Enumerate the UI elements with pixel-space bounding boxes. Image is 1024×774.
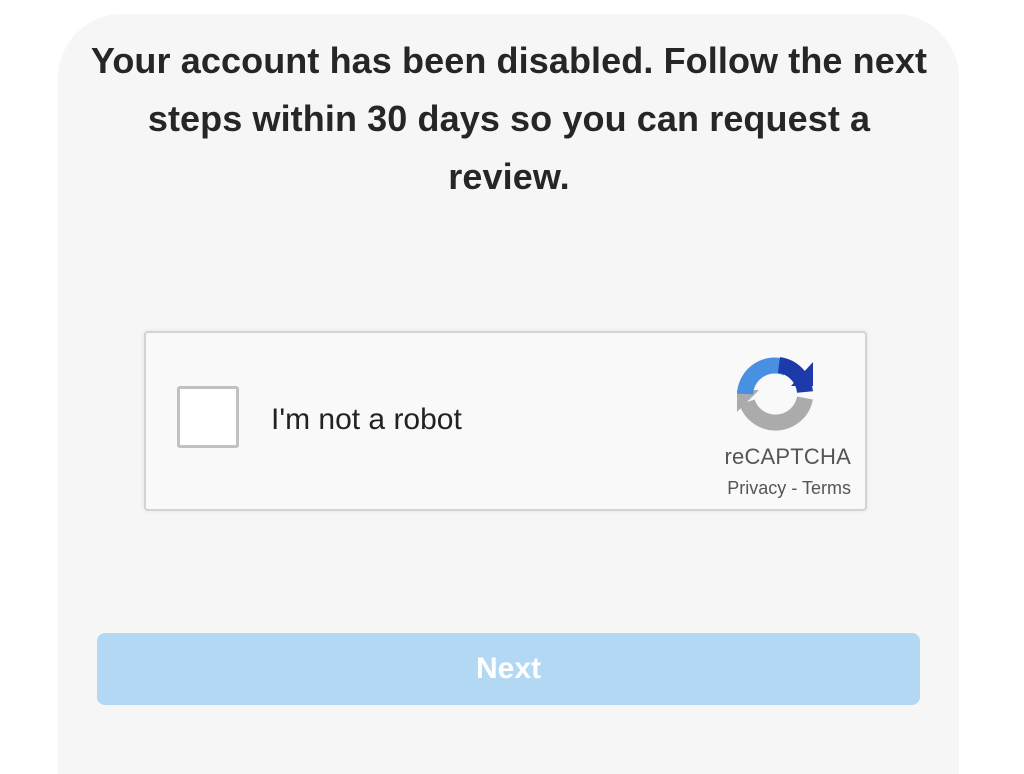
recaptcha-links: Privacy - Terms bbox=[686, 478, 851, 499]
next-button[interactable]: Next bbox=[97, 633, 920, 705]
recaptcha-brand: reCAPTCHA bbox=[724, 444, 851, 469]
recaptcha-widget: I'm not a robot reCAPTCHA Privacy - Term… bbox=[144, 331, 867, 511]
recaptcha-logo-icon bbox=[737, 357, 813, 431]
not-a-robot-label[interactable]: I'm not a robot bbox=[271, 403, 462, 437]
links-separator: - bbox=[791, 478, 802, 498]
not-a-robot-checkbox[interactable] bbox=[177, 386, 239, 448]
privacy-link[interactable]: Privacy bbox=[727, 478, 786, 498]
account-disabled-message: Your account has been disabled. Follow t… bbox=[90, 40, 928, 197]
terms-link[interactable]: Terms bbox=[802, 478, 851, 498]
